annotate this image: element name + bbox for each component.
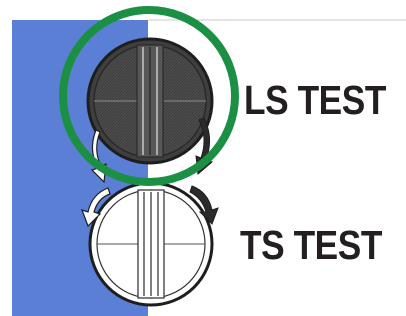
ts-test-knob-released-icon xyxy=(88,181,214,307)
ls-test-label: LS TEST xyxy=(244,77,386,123)
test-knob-diagram: LS TEST TS TEST xyxy=(0,0,406,316)
diagram-canvas xyxy=(0,0,406,316)
ls-test-knob-pressed-icon xyxy=(86,37,214,165)
ts-test-label: TS TEST xyxy=(240,222,382,268)
